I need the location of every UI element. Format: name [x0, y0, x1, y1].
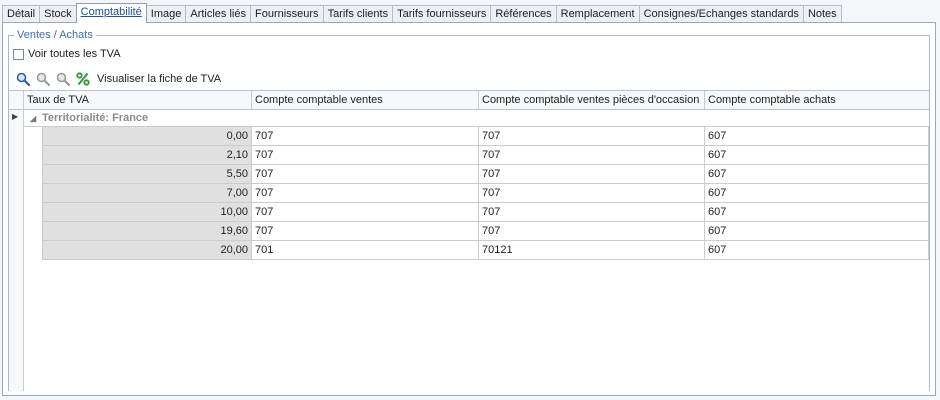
- used-parts-account-cell[interactable]: 707: [479, 127, 705, 146]
- tab-image[interactable]: Image: [146, 5, 186, 22]
- row-indicator-column: ▶: [9, 110, 24, 391]
- sales-account-cell[interactable]: 707: [252, 222, 479, 241]
- zoom-disabled-icon[interactable]: [34, 70, 52, 88]
- sales-account-cell[interactable]: 701: [252, 241, 479, 260]
- group-row-label: Territorialité: France: [42, 112, 149, 124]
- table-row[interactable]: 2,10 707 707 607: [42, 146, 929, 165]
- view-vat-sheet-button[interactable]: Visualiser la fiche de TVA: [97, 73, 221, 85]
- percent-icon[interactable]: [74, 70, 92, 88]
- tab-articles-lies[interactable]: Articles liés: [185, 5, 250, 22]
- used-parts-account-cell[interactable]: 707: [479, 184, 705, 203]
- row-indicator-header: [9, 91, 24, 109]
- group-row-territoriality[interactable]: ◢ Territorialité: France: [24, 110, 929, 127]
- zoom-icon[interactable]: [14, 70, 32, 88]
- purchases-account-cell[interactable]: 607: [705, 222, 929, 241]
- current-row-arrow-icon: ▶: [12, 112, 19, 121]
- tab-tarifs-clients[interactable]: Tarifs clients: [322, 5, 393, 22]
- purchases-account-cell[interactable]: 607: [705, 165, 929, 184]
- vat-rate-cell[interactable]: 7,00: [42, 184, 252, 203]
- table-row[interactable]: 7,00 707 707 607: [42, 184, 929, 203]
- table-row[interactable]: 5,50 707 707 607: [42, 165, 929, 184]
- tab-comptabilite[interactable]: Comptabilité: [75, 3, 147, 23]
- zoom-disabled-icon[interactable]: [54, 70, 72, 88]
- sales-account-cell[interactable]: 707: [252, 146, 479, 165]
- column-header-used-parts-account[interactable]: Compte comptable ventes pièces d'occasio…: [479, 91, 705, 109]
- purchases-account-cell[interactable]: 607: [705, 203, 929, 222]
- show-all-vat-checkbox[interactable]: [13, 48, 24, 60]
- purchases-account-cell[interactable]: 607: [705, 127, 929, 146]
- tab-notes[interactable]: Notes: [802, 5, 842, 22]
- sales-account-cell[interactable]: 707: [252, 127, 479, 146]
- grid-header: Taux de TVA Compte comptable ventes Comp…: [9, 91, 929, 110]
- vat-rate-cell[interactable]: 5,50: [42, 165, 252, 184]
- table-row[interactable]: 20,00 701 70121 607: [42, 241, 929, 260]
- show-all-vat-label[interactable]: Voir toutes les TVA: [28, 48, 121, 60]
- column-header-purchases-account[interactable]: Compte comptable achats: [705, 91, 929, 109]
- used-parts-account-cell[interactable]: 707: [479, 203, 705, 222]
- column-header-sales-account[interactable]: Compte comptable ventes: [252, 91, 479, 109]
- sales-account-cell[interactable]: 707: [252, 184, 479, 203]
- vat-rate-cell[interactable]: 20,00: [42, 241, 252, 260]
- tab-strip: Détail Stock Comptabilité Image Articles…: [2, 3, 842, 23]
- sales-account-cell[interactable]: 707: [252, 165, 479, 184]
- tab-remplacement[interactable]: Remplacement: [555, 5, 639, 22]
- tab-references[interactable]: Références: [490, 5, 556, 22]
- purchases-account-cell[interactable]: 607: [705, 241, 929, 260]
- used-parts-account-cell[interactable]: 707: [479, 222, 705, 241]
- table-row[interactable]: 19,60 707 707 607: [42, 222, 929, 241]
- vat-rate-cell[interactable]: 0,00: [42, 127, 252, 146]
- vat-rate-cell[interactable]: 19,60: [42, 222, 252, 241]
- used-parts-account-cell[interactable]: 707: [479, 165, 705, 184]
- tab-tarifs-fournisseurs[interactable]: Tarifs fournisseurs: [392, 5, 491, 22]
- tab-stock[interactable]: Stock: [39, 5, 76, 22]
- group-indent: [24, 127, 42, 391]
- used-parts-account-cell[interactable]: 707: [479, 146, 705, 165]
- collapse-triangle-icon[interactable]: ◢: [30, 110, 36, 127]
- column-header-vat-rate[interactable]: Taux de TVA: [24, 91, 252, 109]
- vat-rate-cell[interactable]: 2,10: [42, 146, 252, 165]
- show-all-vat-option[interactable]: Voir toutes les TVA: [13, 48, 121, 60]
- tab-content-panel: Ventes / Achats Voir toutes les TVA Visu…: [2, 22, 936, 396]
- purchases-account-cell[interactable]: 607: [705, 184, 929, 203]
- group-title: Ventes / Achats: [14, 28, 96, 42]
- tab-detail[interactable]: Détail: [2, 5, 40, 22]
- vat-accounts-grid: Taux de TVA Compte comptable ventes Comp…: [9, 90, 929, 391]
- table-row[interactable]: 10,00 707 707 607: [42, 203, 929, 222]
- vat-rate-cell[interactable]: 10,00: [42, 203, 252, 222]
- purchases-account-cell[interactable]: 607: [705, 146, 929, 165]
- vat-toolbar: Visualiser la fiche de TVA: [14, 70, 221, 88]
- sales-purchases-group: Ventes / Achats Voir toutes les TVA Visu…: [8, 28, 930, 391]
- tab-consignes-echanges[interactable]: Consignes/Echanges standards: [638, 5, 803, 22]
- used-parts-account-cell[interactable]: 70121: [479, 241, 705, 260]
- sales-account-cell[interactable]: 707: [252, 203, 479, 222]
- tab-fournisseurs[interactable]: Fournisseurs: [249, 5, 323, 22]
- table-row[interactable]: 0,00 707 707 607: [42, 127, 929, 146]
